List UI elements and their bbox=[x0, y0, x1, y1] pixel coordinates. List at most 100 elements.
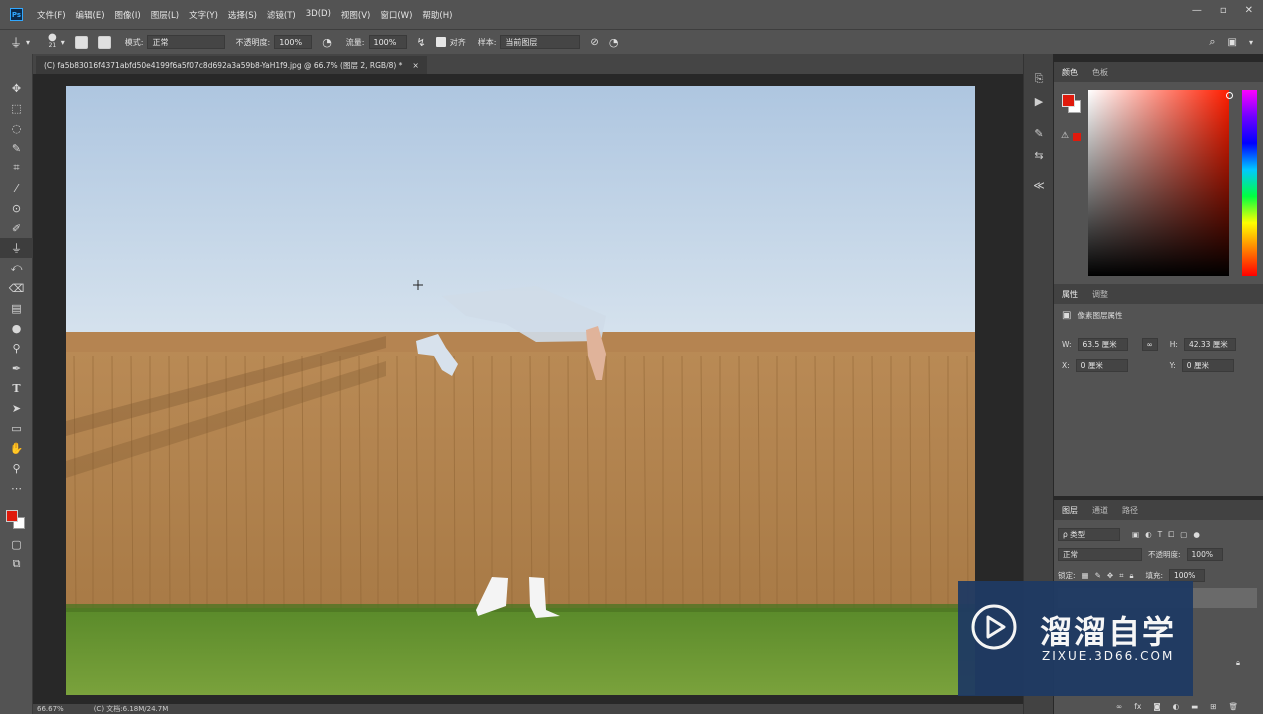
eyedropper-tool-icon[interactable]: ⁄ bbox=[0, 178, 33, 198]
eraser-tool-icon[interactable]: ⌫ bbox=[0, 278, 33, 298]
quick-mask-icon[interactable]: ▢ bbox=[0, 534, 33, 554]
layer-style-icon[interactable]: fx bbox=[1134, 702, 1141, 711]
tab-layers[interactable]: 图层 bbox=[1062, 505, 1078, 516]
brush-panel-icon[interactable]: ✎ bbox=[1024, 122, 1054, 144]
tab-swatches[interactable]: 色板 bbox=[1092, 67, 1108, 78]
mode-select[interactable]: 正常 bbox=[147, 35, 226, 49]
gradient-tool-icon[interactable]: ▤ bbox=[0, 298, 33, 318]
document-size-readout[interactable]: (C) 文档:6.18M/24.7M bbox=[94, 704, 169, 714]
delete-layer-icon[interactable]: 🗑︎ bbox=[1229, 702, 1239, 711]
tab-adjustments[interactable]: 调整 bbox=[1092, 289, 1108, 300]
menu-file[interactable]: 文件(F) bbox=[37, 9, 66, 21]
height-field[interactable]: 42.33 厘米 bbox=[1183, 338, 1236, 351]
zoom-readout[interactable]: 66.67% bbox=[37, 705, 64, 713]
lock-pixels-icon[interactable]: ✎ bbox=[1095, 571, 1101, 580]
color-field[interactable] bbox=[1088, 90, 1229, 276]
screen-mode-icon[interactable]: ⧉ bbox=[0, 554, 33, 574]
blend-mode-select[interactable]: 正常 bbox=[1058, 548, 1142, 561]
pressure-opacity-icon[interactable]: ◔ bbox=[322, 36, 332, 49]
healing-brush-tool-icon[interactable]: ⊙ bbox=[0, 198, 33, 218]
panel-foreground-swatch[interactable] bbox=[1062, 94, 1075, 107]
menu-layer[interactable]: 图层(L) bbox=[151, 9, 179, 21]
workspace-icon[interactable]: ▣ bbox=[1228, 37, 1237, 48]
filter-smart-icon[interactable]: ▢ bbox=[1180, 530, 1187, 539]
crop-tool-icon[interactable]: ⌗ bbox=[0, 158, 33, 178]
filter-type-icon[interactable]: T bbox=[1158, 530, 1163, 539]
gamut-swatch[interactable] bbox=[1073, 133, 1081, 141]
link-layers-icon[interactable]: ∞ bbox=[1116, 702, 1122, 711]
quick-select-tool-icon[interactable]: ✎ bbox=[0, 138, 33, 158]
menu-help[interactable]: 帮助(H) bbox=[422, 9, 452, 21]
history-panel-icon[interactable]: ⎘ bbox=[1024, 68, 1054, 90]
filter-toggle-icon[interactable]: ● bbox=[1193, 530, 1200, 539]
move-tool-icon[interactable]: ✥ bbox=[0, 78, 33, 98]
document-image[interactable] bbox=[66, 86, 975, 695]
zoom-tool-icon[interactable]: ⚲ bbox=[0, 458, 33, 478]
marquee-tool-icon[interactable]: ⬚ bbox=[0, 98, 33, 118]
history-brush-tool-icon[interactable]: ⤺ bbox=[0, 258, 33, 278]
restore-button[interactable]: ▫ bbox=[1220, 5, 1227, 16]
tab-properties[interactable]: 属性 bbox=[1062, 289, 1078, 300]
brush-settings-icon[interactable] bbox=[74, 35, 88, 49]
menu-type[interactable]: 文字(Y) bbox=[189, 9, 218, 21]
menu-3d[interactable]: 3D(D) bbox=[306, 9, 331, 21]
search-icon[interactable]: ⌕ bbox=[1209, 35, 1215, 49]
gamut-warning-icon[interactable]: ⚠ bbox=[1061, 131, 1069, 141]
document-tab[interactable]: (C) fa5b83016f4371abfd50e4199f6a5f07c8d6… bbox=[36, 56, 427, 74]
lock-artboard-icon[interactable]: ⌗ bbox=[1119, 571, 1123, 581]
layer-filter-select[interactable]: ρ 类型 bbox=[1058, 528, 1120, 541]
tab-paths[interactable]: 路径 bbox=[1122, 505, 1138, 516]
new-layer-icon[interactable]: ⊞ bbox=[1210, 702, 1216, 711]
tool-preset-picker[interactable]: ⏚ ▾ bbox=[10, 34, 30, 51]
airbrush-icon[interactable]: ↯ bbox=[417, 36, 426, 49]
lasso-tool-icon[interactable]: ◌ bbox=[0, 118, 33, 138]
clone-source-panel-icon[interactable]: ⇆ bbox=[1024, 144, 1054, 166]
y-field[interactable]: 0 厘米 bbox=[1181, 359, 1234, 372]
menu-filter[interactable]: 滤镜(T) bbox=[267, 9, 296, 21]
brush-tool-icon[interactable]: ✐ bbox=[0, 218, 33, 238]
lock-position-icon[interactable]: ✥ bbox=[1107, 571, 1113, 580]
more-tools-icon[interactable]: ⋯ bbox=[0, 478, 33, 498]
menu-image[interactable]: 图像(I) bbox=[115, 9, 141, 21]
dodge-tool-icon[interactable]: ⚲ bbox=[0, 338, 33, 358]
lock-all-icon[interactable]: 🔒︎ bbox=[1129, 571, 1133, 581]
hand-tool-icon[interactable]: ✋ bbox=[0, 438, 33, 458]
ignore-adjustment-layers-icon[interactable]: ⊘ bbox=[590, 37, 598, 48]
width-field[interactable]: 63.5 厘米 bbox=[1077, 338, 1128, 351]
pressure-size-icon[interactable]: ◔ bbox=[609, 36, 619, 49]
menu-view[interactable]: 视图(V) bbox=[341, 9, 370, 21]
sample-select[interactable]: 当前图层 bbox=[500, 35, 581, 49]
x-field[interactable]: 0 厘米 bbox=[1075, 359, 1128, 372]
aligned-checkbox[interactable] bbox=[435, 37, 446, 47]
type-tool-icon[interactable]: T bbox=[0, 378, 33, 398]
actions-play-icon[interactable]: ▶ bbox=[1024, 90, 1054, 112]
menu-window[interactable]: 窗口(W) bbox=[380, 9, 412, 21]
filter-adjust-icon[interactable]: ◐ bbox=[1145, 530, 1152, 539]
brush-preset-picker[interactable]: ● 21 ▾ bbox=[48, 33, 65, 50]
flow-field[interactable]: 100% bbox=[368, 35, 407, 49]
rectangle-tool-icon[interactable]: ▭ bbox=[0, 418, 33, 438]
adjust-panel-icon[interactable]: ≪ bbox=[1024, 174, 1054, 196]
foreground-color-swatch[interactable] bbox=[6, 510, 18, 522]
filter-shape-icon[interactable]: ⧠ bbox=[1168, 530, 1174, 540]
clone-source-icon[interactable] bbox=[97, 35, 111, 49]
tab-channels[interactable]: 通道 bbox=[1092, 505, 1108, 516]
blur-tool-icon[interactable]: ● bbox=[0, 318, 33, 338]
clone-stamp-tool-icon[interactable]: ⏚ bbox=[0, 238, 33, 258]
pen-tool-icon[interactable]: ✒ bbox=[0, 358, 33, 378]
new-group-icon[interactable]: ▬ bbox=[1191, 702, 1198, 711]
menu-edit[interactable]: 编辑(E) bbox=[76, 9, 105, 21]
filter-pixel-icon[interactable]: ▣ bbox=[1132, 530, 1139, 539]
color-picker-ring[interactable] bbox=[1226, 92, 1233, 99]
minimize-button[interactable]: — bbox=[1192, 5, 1202, 16]
adjustment-layer-icon[interactable]: ◐ bbox=[1173, 702, 1180, 711]
menu-select[interactable]: 选择(S) bbox=[228, 9, 257, 21]
layer-opacity-field[interactable]: 100% bbox=[1186, 548, 1223, 561]
add-mask-icon[interactable]: ◙ bbox=[1153, 702, 1160, 711]
hue-slider[interactable] bbox=[1242, 90, 1257, 276]
close-button[interactable]: ✕ bbox=[1245, 5, 1253, 16]
tab-close-icon[interactable]: × bbox=[412, 61, 418, 70]
tab-color[interactable]: 颜色 bbox=[1062, 67, 1078, 78]
path-select-tool-icon[interactable]: ➤ bbox=[0, 398, 33, 418]
lock-transparent-icon[interactable]: ▦ bbox=[1082, 571, 1089, 580]
